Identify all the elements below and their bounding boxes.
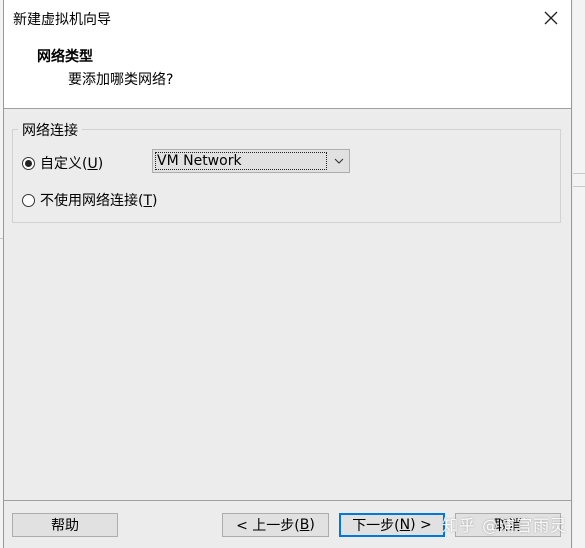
radio-no-network[interactable]: 不使用网络连接(T): [22, 190, 158, 210]
window-title: 新建虚拟机向导: [13, 12, 111, 28]
radio-custom-label: 自定义(U): [40, 156, 104, 172]
footer-divider: [4, 500, 571, 501]
page-subtitle: 要添加哪类网络?: [68, 72, 174, 88]
radio-no-network-label: 不使用网络连接(T): [40, 193, 158, 209]
radio-button-unchecked[interactable]: [22, 193, 35, 207]
screen: 新建虚拟机向导 网络类型 要添加哪类网络? 网络连接 自定义(U) VM Net…: [0, 0, 585, 548]
background-window-right: [573, 0, 585, 548]
back-button[interactable]: < 上一步(B): [222, 513, 329, 537]
new-vm-wizard-dialog: 新建虚拟机向导 网络类型 要添加哪类网络? 网络连接 自定义(U) VM Net…: [3, 0, 572, 548]
radio-button-checked[interactable]: [22, 156, 35, 170]
select-value: VM Network: [155, 152, 327, 170]
page-title: 网络类型: [37, 49, 93, 65]
background-divider: [573, 186, 585, 187]
next-button[interactable]: 下一步(N) >: [339, 513, 445, 537]
chevron-down-icon: [334, 158, 344, 164]
wizard-header: 新建虚拟机向导 网络类型 要添加哪类网络?: [4, 0, 571, 109]
close-icon: [544, 11, 558, 25]
background-divider: [573, 173, 585, 174]
group-legend: 网络连接: [18, 120, 82, 140]
help-button[interactable]: 帮助: [12, 513, 118, 537]
close-button[interactable]: [539, 6, 563, 30]
cancel-button[interactable]: 取消: [455, 513, 561, 537]
custom-network-select[interactable]: VM Network: [152, 149, 350, 173]
radio-custom[interactable]: 自定义(U): [22, 153, 103, 173]
